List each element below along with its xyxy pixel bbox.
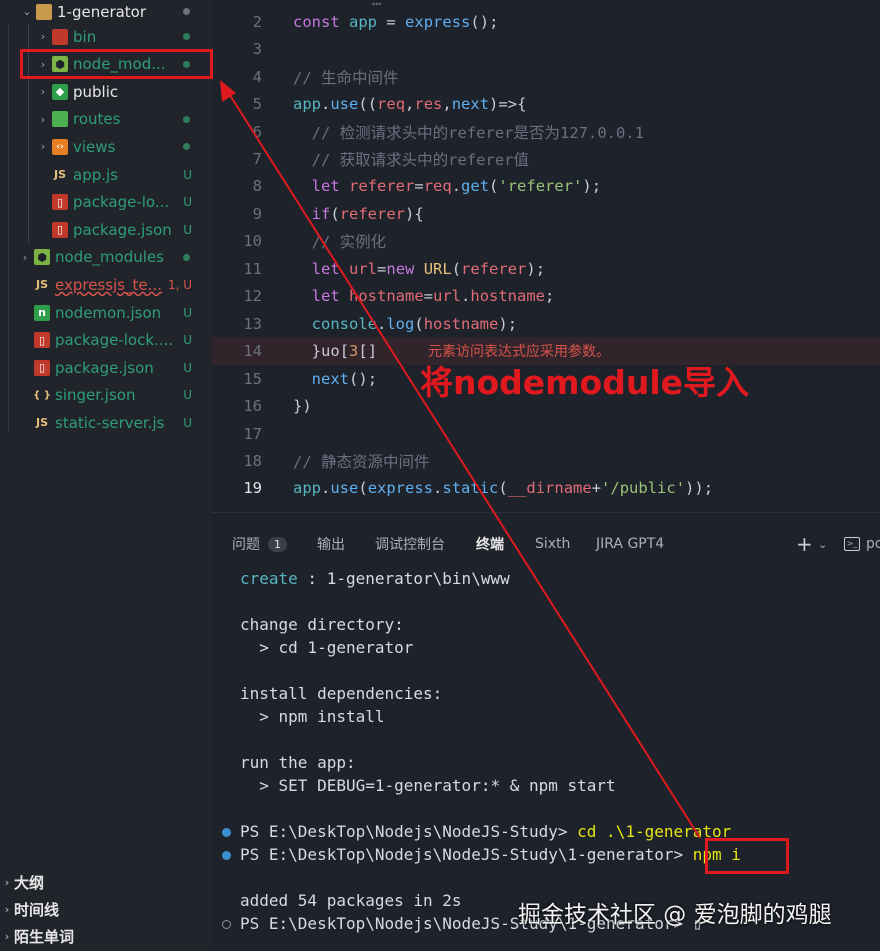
annotation-arrow — [220, 80, 701, 839]
annotation-text: 将nodemodule导入 — [420, 363, 750, 402]
watermark: 掘金技术社区 @ 爱泡脚的鸡腿 — [518, 902, 832, 928]
